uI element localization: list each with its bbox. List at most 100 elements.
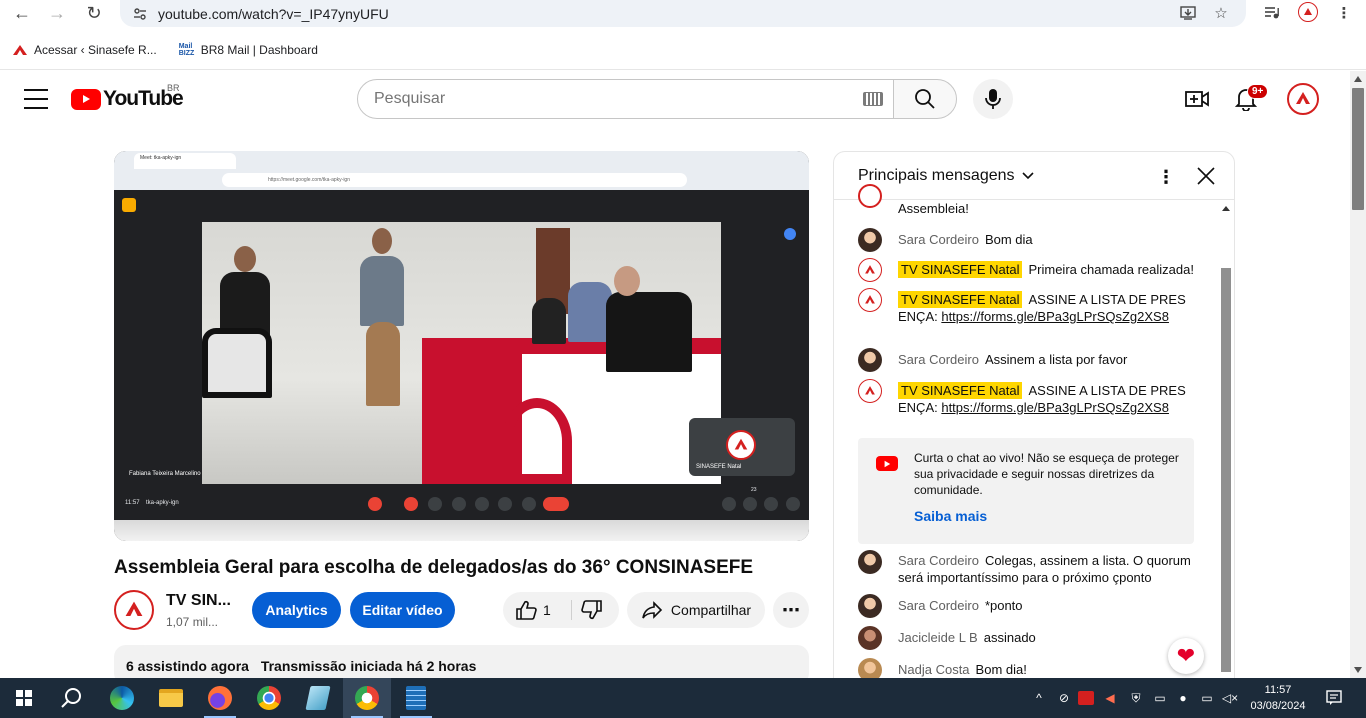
self-view-name: SINASEFE Natal [696, 464, 742, 470]
meet-more-icon [522, 497, 536, 511]
message-author[interactable]: Nadja Costa [898, 662, 970, 677]
scrollbar-thumb[interactable] [1352, 88, 1364, 210]
taskbar-chrome[interactable] [245, 678, 293, 718]
reload-button[interactable]: ↻ [79, 0, 109, 26]
account-avatar[interactable] [1287, 83, 1319, 115]
like-divider [571, 600, 572, 620]
windows-logo-icon [16, 690, 32, 706]
scroll-down-arrow-icon[interactable] [1354, 667, 1362, 673]
chat-close-button[interactable] [1194, 164, 1218, 188]
more-actions-button[interactable]: ⋯ [773, 592, 809, 628]
taskbar-search-button[interactable] [48, 678, 96, 718]
youtube-logo[interactable]: YouTube BR [71, 83, 184, 111]
bookmark-star-icon[interactable]: ☆ [1211, 4, 1231, 22]
url-text[interactable]: youtube.com/watch?v=_IP47ynyUFU [158, 6, 389, 22]
media-queue-icon[interactable] [1262, 4, 1282, 22]
page-scrollbar[interactable] [1350, 71, 1366, 678]
message-author[interactable]: Sara Cordeiro [898, 352, 979, 367]
sinasefe-logo-icon [726, 430, 756, 460]
channel-avatar[interactable] [114, 590, 154, 630]
bookmark-br8-mail[interactable]: Mail BIZZ BR8 Mail | Dashboard [179, 42, 318, 58]
tray-app-icon[interactable] [1078, 691, 1094, 705]
create-button[interactable] [1183, 85, 1211, 113]
chrome-profile-icon [355, 686, 379, 710]
message-author[interactable]: Jacicleide L B [898, 630, 978, 645]
owner-author-badge[interactable]: TV SINASEFE Natal [898, 261, 1023, 278]
install-app-icon[interactable] [1178, 4, 1198, 22]
more-vertical-icon: ⋮ [1157, 166, 1175, 187]
clock-date: 03/08/2024 [1250, 700, 1306, 712]
create-video-icon [1185, 91, 1209, 107]
analytics-button[interactable]: Analytics [252, 592, 341, 628]
search-icon [61, 688, 81, 708]
taskbar-chrome-profile[interactable] [343, 678, 391, 718]
mail-bizz-icon: Mail BIZZ [178, 43, 195, 57]
video-bottom-strip [114, 520, 809, 541]
taskbar-file-explorer[interactable] [147, 678, 195, 718]
scroll-up-arrow-icon[interactable] [1354, 76, 1362, 82]
message-author[interactable]: Sara Cordeiro [898, 232, 979, 247]
tray-volume-muted-icon[interactable]: ◁× [1221, 689, 1239, 707]
browser-toolbar: ← → ↻ youtube.com/watch?v=_IP47ynyUFU ☆ … [0, 0, 1366, 70]
video-title: Assembleia Geral para escolha de delegad… [114, 557, 754, 578]
edit-video-button[interactable]: Editar vídeo [350, 592, 455, 628]
menu-icon[interactable] [24, 89, 48, 109]
folder-icon [159, 689, 183, 707]
chat-scroll-up-icon[interactable] [1222, 206, 1230, 211]
tray-microphone-icon[interactable]: ● [1174, 689, 1192, 707]
site-settings-icon[interactable] [132, 6, 148, 22]
voice-search-button[interactable] [973, 79, 1013, 119]
tray-display-icon[interactable]: ▭ [1198, 689, 1216, 707]
search-button[interactable] [893, 79, 957, 119]
owner-author-badge[interactable]: TV SINASEFE Natal [898, 382, 1023, 399]
chat-message: TV SINASEFE Natal Primeira chamada realiz… [858, 258, 1194, 282]
tray-megaphone-icon[interactable]: ◀ [1101, 689, 1119, 707]
meet-mic-off-icon [368, 497, 382, 511]
back-button[interactable]: ← [7, 0, 37, 26]
profile-avatar-icon[interactable] [1298, 2, 1318, 22]
clock-time: 11:57 [1264, 684, 1292, 696]
taskbar-edge[interactable] [98, 678, 146, 718]
tray-battery-icon[interactable]: ▭ [1151, 689, 1169, 707]
browser-menu-icon[interactable]: ⋮ [1334, 4, 1354, 22]
reaction-heart-button[interactable]: ❤ [1168, 638, 1204, 674]
bookmark-sinasefe[interactable]: Acessar ‹ Sinasefe R... [12, 42, 157, 58]
learn-more-link[interactable]: Saiba mais [914, 508, 987, 524]
message-link[interactable]: https://forms.gle/BPa3gLPrSQsZg2XS8 [941, 400, 1169, 415]
scene-person [532, 298, 566, 344]
dislike-button[interactable] [581, 600, 603, 625]
video-player[interactable]: Meet: tka-apky-ign https://meet.google.c… [114, 151, 809, 541]
tray-security-icon[interactable]: ⛨ [1127, 689, 1145, 707]
chat-menu-button[interactable]: ⋮ [1154, 166, 1178, 188]
scene-person [360, 256, 404, 326]
keyboard-icon[interactable] [863, 92, 883, 106]
like-button[interactable] [515, 600, 537, 625]
taskbar-firefox[interactable] [196, 678, 244, 718]
chat-scrollbar[interactable] [1219, 200, 1233, 680]
message-author[interactable]: Sara Cordeiro [898, 598, 979, 613]
forward-button[interactable]: → [42, 0, 72, 26]
start-button[interactable] [0, 678, 48, 718]
meet-activities-icon [786, 497, 800, 511]
chat-message: Sara Cordeiro Assinem a lista por favor [858, 348, 1194, 372]
scene-person [606, 292, 692, 372]
taskbar-calculator[interactable] [392, 678, 440, 718]
address-bar[interactable]: youtube.com/watch?v=_IP47ynyUFU ☆ [120, 0, 1246, 27]
message-link[interactable]: https://forms.gle/BPa3gLPrSQsZg2XS8 [941, 309, 1169, 324]
channel-name[interactable]: TV SIN... [166, 592, 231, 610]
tray-overflow-chevron-icon[interactable]: ^ [1030, 689, 1048, 707]
firefox-icon [208, 686, 232, 710]
chat-scrollbar-thumb[interactable] [1221, 268, 1231, 672]
taskbar-notepad[interactable] [294, 678, 342, 718]
taskbar-clock[interactable]: 11:57 03/08/2024 [1248, 682, 1308, 714]
chat-mode-selector[interactable]: Principais mensagens [858, 167, 1035, 185]
notification-center-icon[interactable] [1324, 689, 1344, 707]
message-author[interactable]: Sara Cordeiro [898, 553, 979, 568]
search-input[interactable] [374, 90, 844, 108]
share-button[interactable]: Compartilhar [627, 592, 765, 628]
sinasefe-logo-icon [125, 601, 143, 616]
chat-avatar [858, 379, 882, 403]
meet-code: tka-apky-ign [146, 500, 179, 506]
owner-author-badge[interactable]: TV SINASEFE Natal [898, 291, 1023, 308]
tray-network-off-icon[interactable]: ⊘ [1055, 689, 1073, 707]
